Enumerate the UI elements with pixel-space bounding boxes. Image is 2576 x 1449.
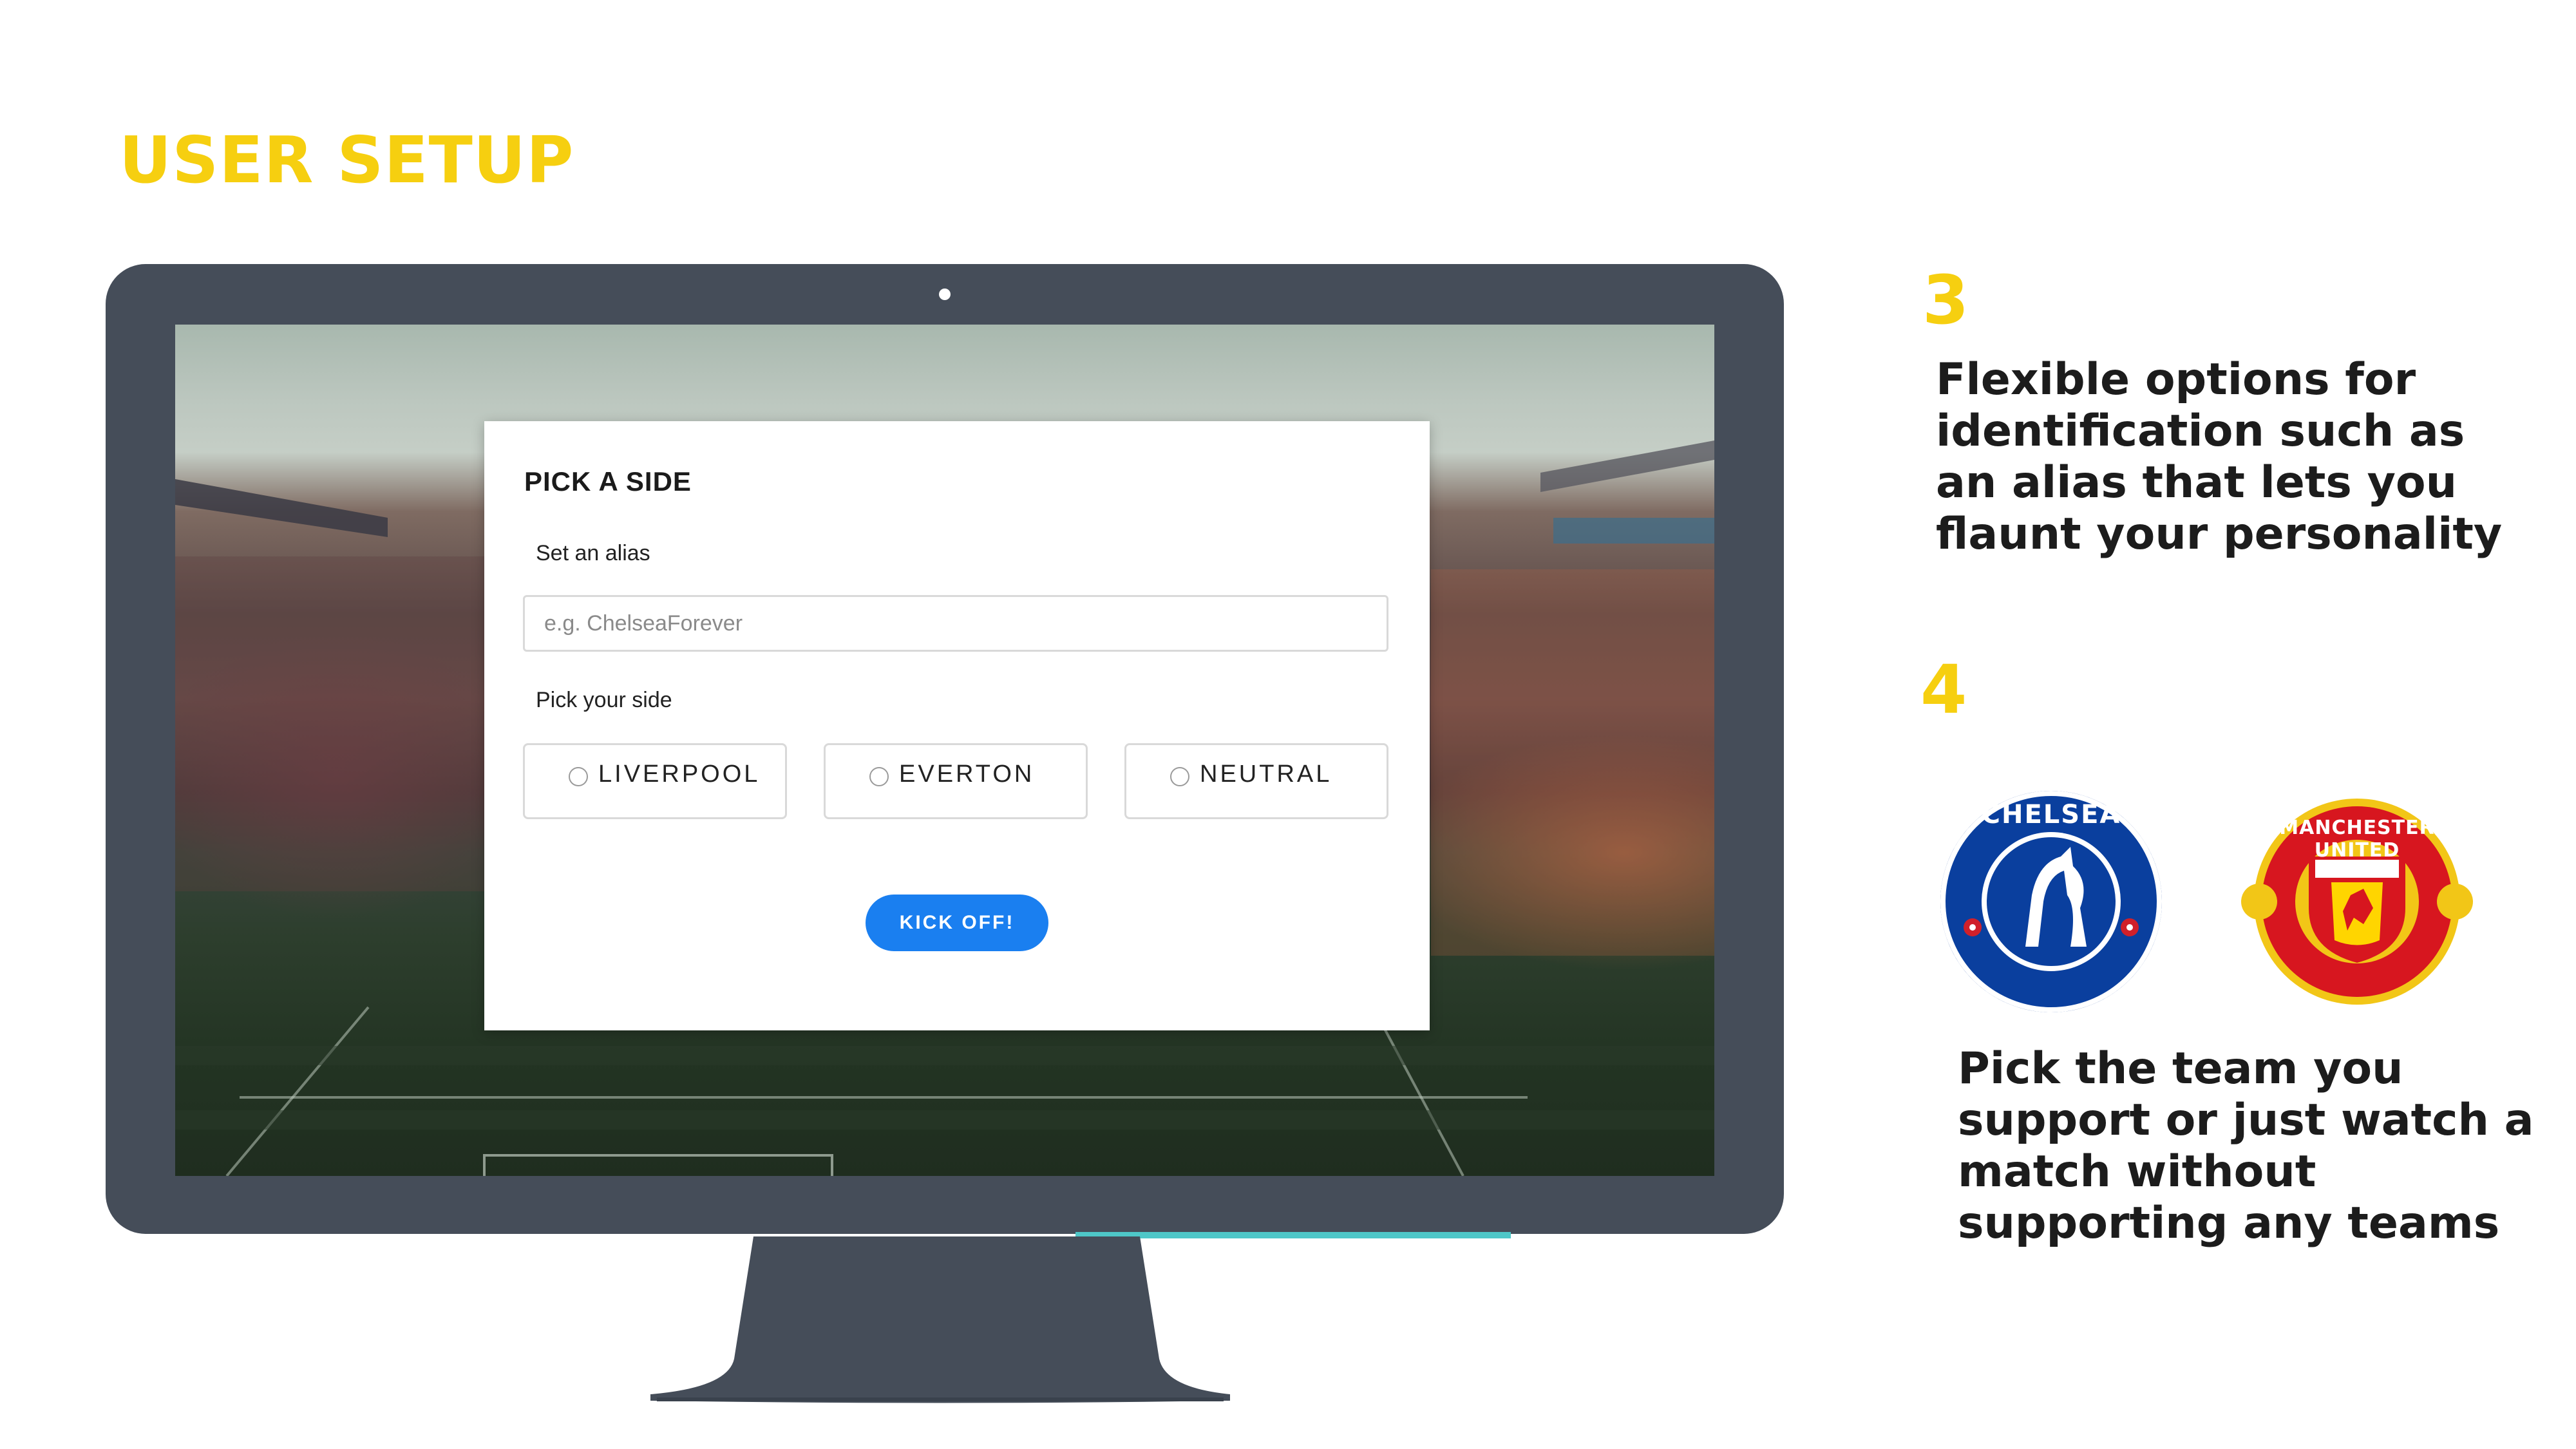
monitor-stand (650, 1236, 1230, 1403)
step-number-3: 3 (1922, 261, 1969, 339)
alias-label: Set an alias (536, 541, 650, 565)
monitor-frame: PICK A SIDE Set an alias Pick your side … (106, 264, 1784, 1234)
radio-icon[interactable] (569, 767, 588, 786)
manchester-united-crest-icon: MANCHESTER UNITED (2241, 786, 2473, 1018)
radio-icon[interactable] (1170, 767, 1189, 786)
option-label: LIVERPOOL (598, 761, 761, 788)
option-liverpool[interactable]: LIVERPOOL (523, 743, 787, 819)
stadium-background: PICK A SIDE Set an alias Pick your side … (175, 325, 1714, 1176)
step-number-4: 4 (1920, 650, 1967, 729)
chelsea-crest-text: CHELSEA (1981, 800, 2121, 829)
option-everton[interactable]: EVERTON (824, 743, 1088, 819)
option-label: EVERTON (899, 761, 1035, 788)
kick-off-button[interactable]: KICK OFF! (866, 895, 1048, 951)
pick-side-card: PICK A SIDE Set an alias Pick your side … (484, 421, 1430, 1030)
manchester-united-crest-text: MANCHESTER UNITED (2279, 817, 2435, 862)
radio-icon[interactable] (869, 767, 889, 786)
feature-4-description: Pick the team you support or just watch … (1958, 1043, 2534, 1249)
slide-title: USER SETUP (119, 122, 574, 198)
side-label: Pick your side (536, 688, 672, 712)
alias-input[interactable] (523, 595, 1388, 652)
chelsea-crest-icon: CHELSEA (1935, 786, 2167, 1018)
option-neutral[interactable]: NEUTRAL (1124, 743, 1388, 819)
feature-3-description: Flexible options for identification such… (1936, 354, 2503, 560)
card-title: PICK A SIDE (524, 466, 692, 497)
option-label: NEUTRAL (1200, 761, 1332, 788)
camera-dot (939, 289, 951, 300)
